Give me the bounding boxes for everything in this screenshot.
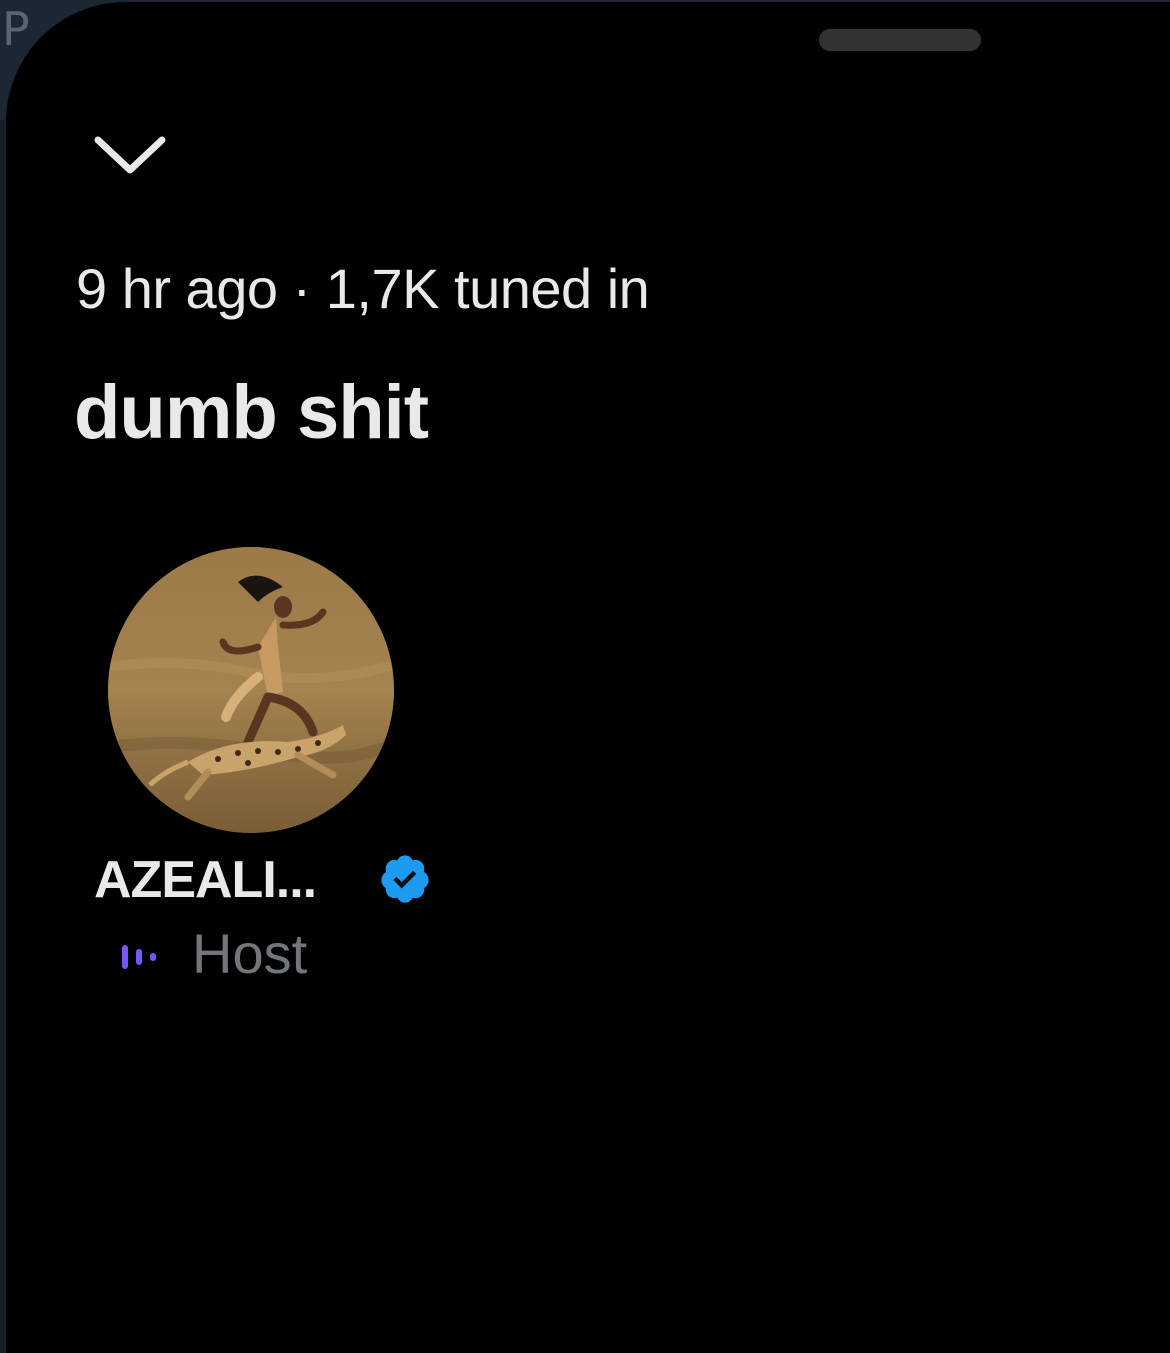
- spaces-bottom-sheet: 9 hr ago · 1,7K tuned in dumb shit AZEAL…: [6, 2, 1170, 1353]
- collapse-button[interactable]: [80, 112, 180, 192]
- background-partial-text: P: [2, 2, 30, 56]
- host-role-label: Host: [192, 922, 308, 985]
- verified-badge-icon: [378, 852, 432, 906]
- host-participant[interactable]: AZEALI... Host: [92, 542, 492, 1002]
- sheet-drag-handle[interactable]: [819, 29, 981, 51]
- avatar[interactable]: [108, 547, 394, 833]
- speaking-bars-icon: [120, 942, 170, 972]
- host-name: AZEALI...: [94, 851, 317, 909]
- chevron-down-icon: [80, 112, 180, 192]
- space-meta-info: 9 hr ago · 1,7K tuned in: [76, 257, 650, 320]
- space-title: dumb shit: [74, 370, 429, 455]
